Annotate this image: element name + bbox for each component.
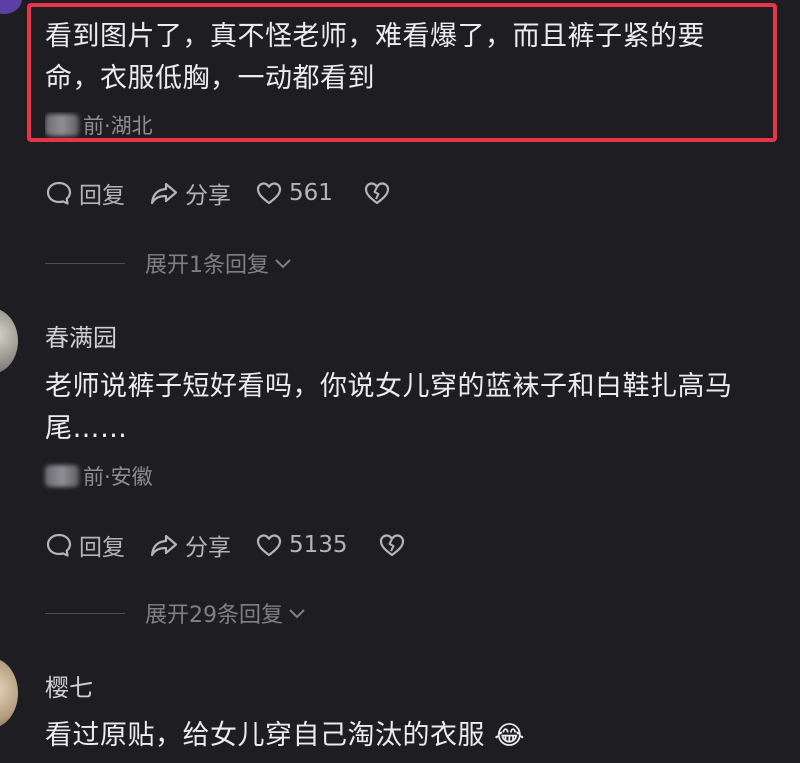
broken-heart-icon (379, 534, 404, 557)
avatar-user-2[interactable] (0, 308, 18, 374)
dislike-button[interactable] (378, 532, 412, 558)
chevron-down-icon (289, 609, 305, 619)
chevron-down-icon (275, 259, 291, 269)
comment-2-line1: 老师说裤子短好看吗，你说女儿穿的蓝袜子和白鞋扎高马 (45, 371, 733, 402)
reply-icon (46, 181, 72, 205)
comment-1-line1: 看到图片了，真不怪老师，难看爆了，而且裤子紧的要 (45, 21, 705, 52)
comment-2-text: 老师说裤子短好看吗，你说女儿穿的蓝袜子和白鞋扎高马 尾…… (45, 366, 785, 450)
heart-icon (256, 534, 282, 557)
reply-label: 回复 (79, 535, 125, 561)
broken-heart-icon (364, 182, 390, 205)
comment-2-location: 前·安徽 (83, 465, 153, 489)
like-button[interactable]: 561 (255, 180, 333, 206)
reply-button[interactable]: 回复 (45, 176, 125, 210)
comment-2-username[interactable]: 春满园 (45, 318, 117, 353)
comment-2-meta: 前·安徽 (45, 462, 153, 490)
blurred-time (45, 114, 79, 136)
reply-icon (46, 533, 72, 557)
share-button[interactable]: 分享 (149, 176, 231, 210)
like-count: 5135 (289, 532, 348, 558)
laughing-emoji-icon: 😂 (494, 721, 525, 751)
divider-line (45, 262, 125, 264)
dislike-button[interactable] (363, 180, 397, 206)
comment-1-text: 看到图片了，真不怪老师，难看爆了，而且裤子紧的要 命，衣服低胸，一动都看到 (45, 16, 770, 100)
comment-3-text: 看过原贴，给女儿穿自己淘汰的衣服 😂 (45, 715, 785, 757)
share-icon (150, 534, 178, 557)
share-label: 分享 (185, 535, 231, 561)
comment-2-actions: 回复 分享 5135 (45, 528, 436, 562)
comment-3-username[interactable]: 樱七 (45, 668, 93, 703)
expand-replies-label: 展开1条回复 (145, 253, 269, 278)
reply-button[interactable]: 回复 (45, 528, 125, 562)
share-label: 分享 (185, 183, 231, 209)
comment-3-line1: 看过原贴，给女儿穿自己淘汰的衣服 (45, 720, 485, 751)
blurred-time (45, 465, 79, 487)
like-button[interactable]: 5135 (255, 532, 348, 558)
share-icon (150, 182, 178, 205)
divider-line (45, 612, 125, 614)
comment-2-line2: 尾…… (45, 413, 128, 444)
reply-label: 回复 (79, 183, 125, 209)
heart-icon (256, 182, 282, 205)
share-button[interactable]: 分享 (149, 528, 231, 562)
avatar-user-3[interactable] (0, 658, 18, 728)
comment-1-line2: 命，衣服低胸，一动都看到 (45, 63, 375, 94)
expand-replies-2[interactable]: 展开29条回复 (45, 598, 307, 628)
like-count: 561 (289, 180, 333, 206)
comment-1-actions: 回复 分享 561 (45, 176, 421, 210)
expand-replies-1[interactable]: 展开1条回复 (45, 248, 293, 278)
expand-replies-label: 展开29条回复 (145, 603, 283, 628)
avatar-partial[interactable] (0, 0, 22, 14)
comment-1-location: 前·湖北 (83, 114, 153, 138)
comment-1-meta: 前·湖北 (45, 112, 153, 138)
